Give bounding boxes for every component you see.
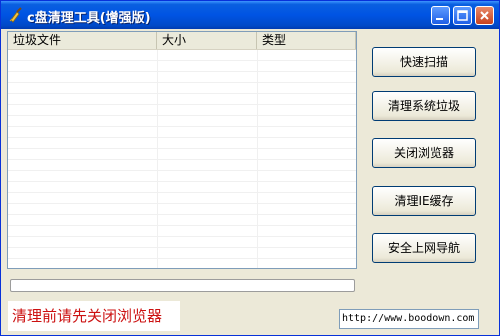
junk-file-list[interactable]: 垃圾文件 大小 类型 xyxy=(7,31,357,269)
empty-row xyxy=(8,50,356,61)
column-header-type[interactable]: 类型 xyxy=(257,32,356,49)
empty-row xyxy=(8,237,356,248)
empty-row xyxy=(8,138,356,149)
app-window: c盘清理工具(增强版) 垃圾文件 大小 类型 快速扫描 清理系统垃圾 关闭浏览器… xyxy=(0,0,500,336)
empty-row xyxy=(8,149,356,160)
maximize-icon xyxy=(457,10,468,21)
empty-row xyxy=(8,248,356,259)
list-header: 垃圾文件 大小 类型 xyxy=(8,32,356,50)
title-bar[interactable]: c盘清理工具(增强版) xyxy=(1,1,499,29)
empty-row xyxy=(8,193,356,204)
notice-text: 清理前请先关闭浏览器 xyxy=(8,301,180,331)
close-icon xyxy=(480,11,489,20)
empty-row xyxy=(8,72,356,83)
close-browser-button[interactable]: 关闭浏览器 xyxy=(372,138,476,168)
maximize-button[interactable] xyxy=(453,6,472,25)
list-body xyxy=(8,50,356,268)
quick-scan-button[interactable]: 快速扫描 xyxy=(372,47,476,77)
clean-system-junk-button[interactable]: 清理系统垃圾 xyxy=(372,91,476,121)
empty-row xyxy=(8,61,356,72)
close-button[interactable] xyxy=(475,6,494,25)
broom-icon xyxy=(9,7,22,23)
empty-row xyxy=(8,204,356,215)
empty-row xyxy=(8,94,356,105)
empty-row xyxy=(8,215,356,226)
empty-row xyxy=(8,83,356,94)
empty-row xyxy=(8,182,356,193)
column-header-size[interactable]: 大小 xyxy=(157,32,257,49)
window-title: c盘清理工具(增强版) xyxy=(27,11,151,26)
minimize-button[interactable] xyxy=(431,6,450,25)
url-field[interactable]: http://www.boodown.com xyxy=(339,309,479,329)
clean-ie-cache-button[interactable]: 清理IE缓存 xyxy=(372,186,476,216)
empty-row xyxy=(8,171,356,182)
empty-row xyxy=(8,116,356,127)
empty-row xyxy=(8,160,356,171)
minimize-icon xyxy=(436,18,443,20)
empty-row xyxy=(8,226,356,237)
safe-browsing-nav-button[interactable]: 安全上网导航 xyxy=(372,233,476,263)
scan-progress-bar xyxy=(10,279,355,292)
empty-row xyxy=(8,105,356,116)
empty-row xyxy=(8,127,356,138)
column-header-junk-file[interactable]: 垃圾文件 xyxy=(8,32,157,49)
